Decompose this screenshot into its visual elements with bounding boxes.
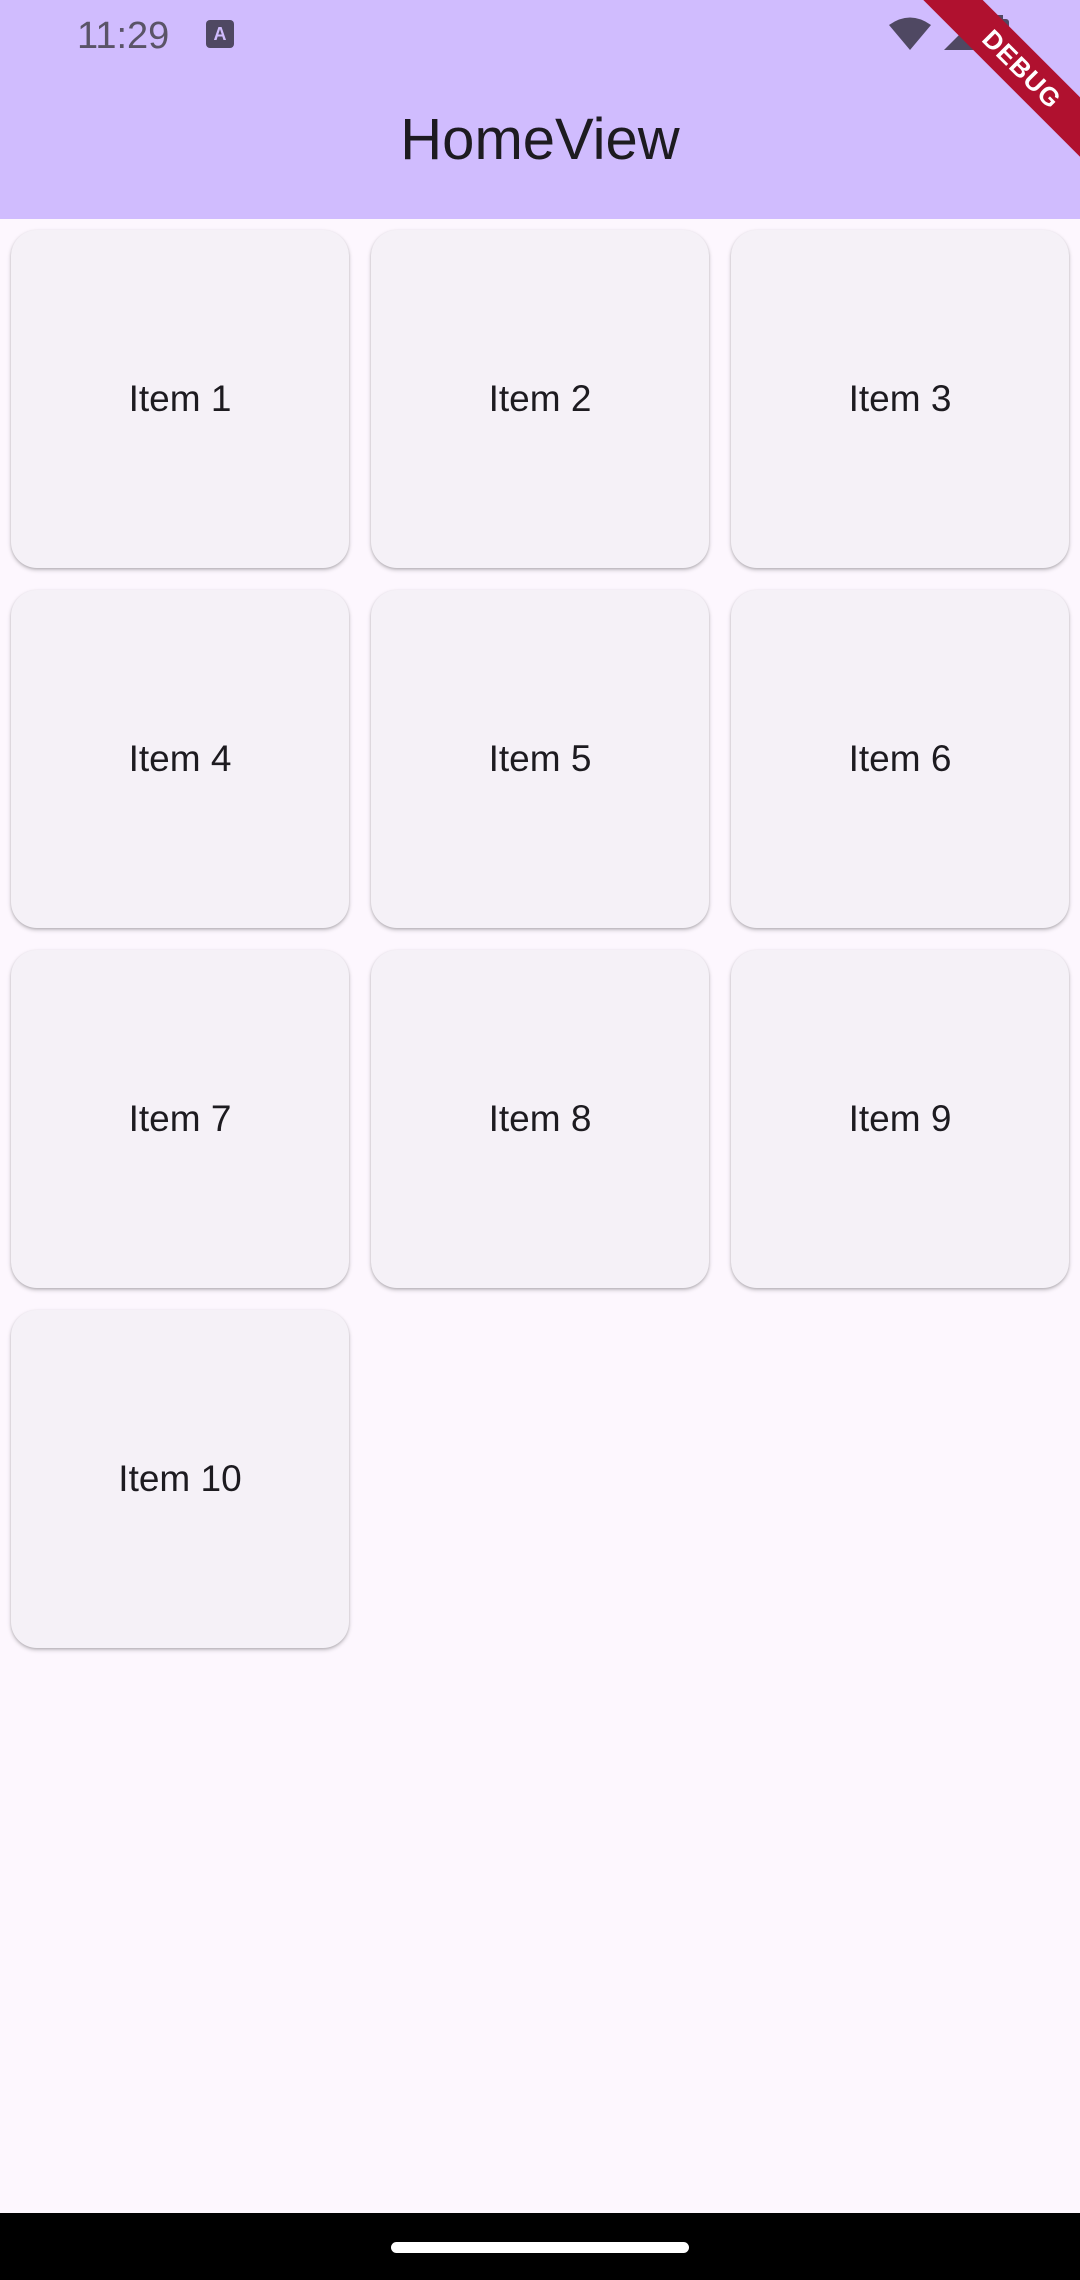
- grid-item-8[interactable]: Item 8: [371, 950, 709, 1288]
- grid-item-1[interactable]: Item 1: [11, 230, 349, 568]
- battery-icon: [988, 15, 1010, 53]
- grid-item-9[interactable]: Item 9: [731, 950, 1069, 1288]
- screen: 11:29 A HomeView DEBUG Item 1 Item 2 Ite…: [0, 0, 1080, 2280]
- a-letter-icon: A: [206, 20, 234, 48]
- signal-icon: [942, 16, 978, 52]
- grid-item-label: Item 10: [118, 1458, 242, 1499]
- grid-item-7[interactable]: Item 7: [11, 950, 349, 1288]
- grid-item-label: Item 2: [488, 378, 592, 419]
- status-time: 11:29: [77, 15, 170, 57]
- grid-item-5[interactable]: Item 5: [371, 590, 709, 928]
- item-grid: Item 1 Item 2 Item 3 Item 4 Item 5 Item …: [11, 230, 1069, 1648]
- grid-item-label: Item 7: [128, 1098, 232, 1139]
- grid-item-label: Item 9: [848, 1098, 952, 1139]
- page-title: HomeView: [400, 107, 680, 172]
- grid-item-6[interactable]: Item 6: [731, 590, 1069, 928]
- system-navigation-bar: [0, 2213, 1080, 2280]
- status-icons: [888, 12, 1010, 56]
- wifi-icon: [888, 16, 932, 52]
- grid-item-10[interactable]: Item 10: [11, 1310, 349, 1648]
- grid-item-label: Item 8: [488, 1098, 592, 1139]
- grid-item-label: Item 4: [128, 738, 232, 779]
- grid-item-label: Item 6: [848, 738, 952, 779]
- grid-item-3[interactable]: Item 3: [731, 230, 1069, 568]
- app-bar: 11:29 A HomeView DEBUG: [0, 0, 1080, 219]
- grid-item-label: Item 5: [488, 738, 592, 779]
- grid-item-2[interactable]: Item 2: [371, 230, 709, 568]
- home-gesture-handle[interactable]: [391, 2242, 689, 2253]
- grid-item-label: Item 3: [848, 378, 952, 419]
- grid-item-4[interactable]: Item 4: [11, 590, 349, 928]
- grid-item-label: Item 1: [128, 378, 232, 419]
